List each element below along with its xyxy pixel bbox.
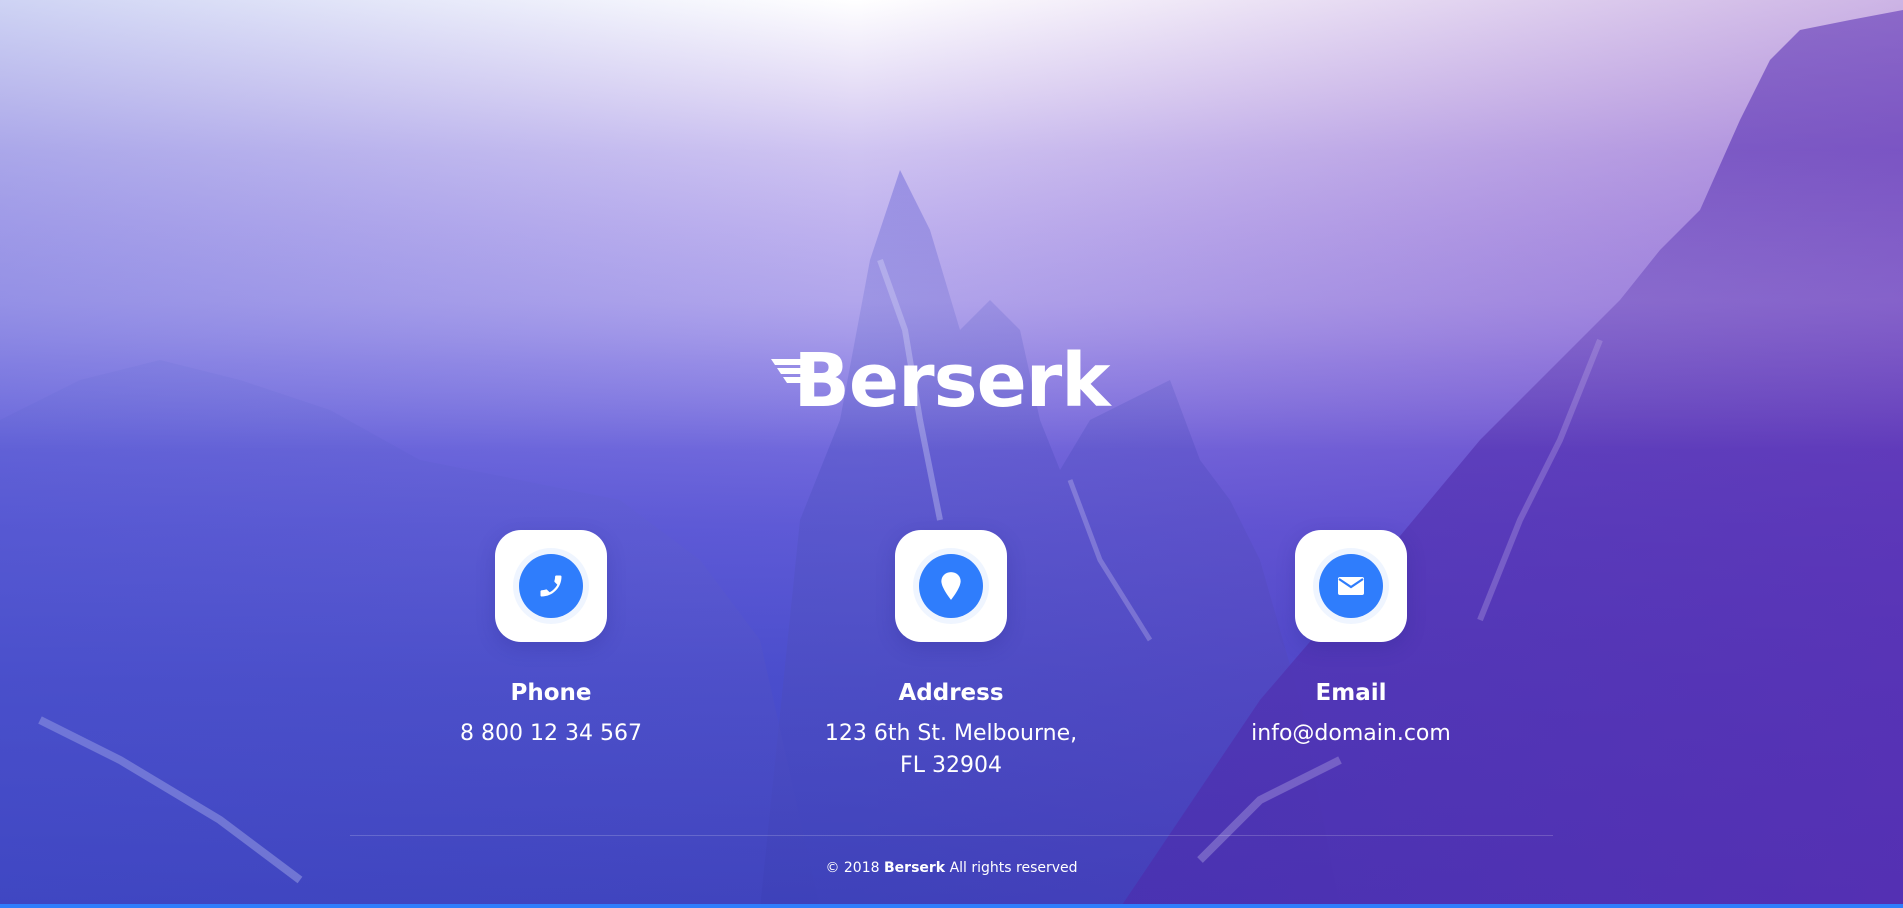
- phone-icon: [540, 575, 562, 597]
- envelope-icon: [1338, 577, 1364, 595]
- email-title: Email: [1315, 680, 1387, 706]
- map-pin-icon: [941, 572, 961, 600]
- phone-icon-box: [495, 530, 607, 642]
- address-value: 123 6th St. Melbourne, FL 32904: [801, 718, 1101, 782]
- address-line-1: 123 6th St. Melbourne,: [824, 721, 1078, 746]
- contact-item-phone: Phone 8 800 12 34 567: [401, 530, 701, 750]
- contact-item-email: Email info@domain.com: [1201, 530, 1501, 750]
- phone-icon-circle: [519, 554, 583, 618]
- copyright-prefix: © 2018: [825, 860, 880, 876]
- email-icon-circle: [1319, 554, 1383, 618]
- email-icon-box: [1295, 530, 1407, 642]
- brand-logo[interactable]: Berserk: [0, 336, 1903, 426]
- wing-icon: [771, 359, 806, 383]
- contact-item-address: Address 123 6th St. Melbourne, FL 32904: [801, 530, 1101, 782]
- contact-info-list: Phone 8 800 12 34 567 Address 123 6th St…: [0, 530, 1903, 790]
- brand-name: Berserk: [793, 338, 1110, 424]
- phone-title: Phone: [510, 680, 592, 706]
- bottom-accent-bar: [0, 904, 1903, 908]
- email-value[interactable]: info@domain.com: [1201, 718, 1501, 750]
- contact-footer-section: Berserk Phone 8 800 12 34 567 Address 12…: [0, 0, 1903, 908]
- address-icon-circle: [919, 554, 983, 618]
- footer-divider: [350, 835, 1553, 836]
- phone-value[interactable]: 8 800 12 34 567: [401, 718, 701, 750]
- copyright-brand: Berserk: [884, 860, 946, 876]
- address-line-2: FL 32904: [900, 753, 1002, 778]
- copyright-suffix: All rights reserved: [949, 860, 1078, 876]
- address-title: Address: [898, 680, 1004, 706]
- copyright-text: © 2018 Berserk All rights reserved: [0, 858, 1903, 878]
- address-icon-box: [895, 530, 1007, 642]
